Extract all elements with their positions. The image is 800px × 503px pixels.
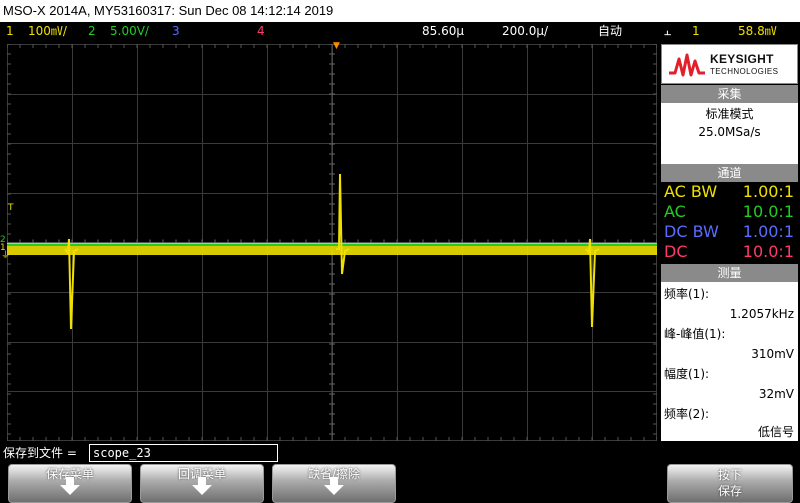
down-arrow-icon (192, 477, 212, 495)
channel-row-3: DC BW 1.00:1 (664, 222, 794, 242)
acquire-header: 采集 (661, 85, 798, 103)
brand-name: KEYSIGHT (710, 52, 774, 66)
ch1-scale[interactable]: 100㎷/ (28, 22, 67, 41)
save-to-file-label: 保存到文件 = (3, 446, 77, 460)
status-bar: 1 100㎷/ 2 5.00V/ 3 4 85.60µ 200.0µ/ 自动 ⫠… (0, 22, 800, 41)
measure-label-amp-1: 幅度(1): (664, 367, 710, 381)
measure-label-pkpk-1: 峰-峰值(1): (664, 327, 726, 341)
brand-subtitle: TECHNOLOGIES (710, 67, 779, 76)
measure-label-freq-1: 频率(1): (664, 287, 710, 301)
down-arrow-icon (324, 477, 344, 495)
measure-value-freq-2: 低信号 (757, 425, 794, 439)
channels-panel[interactable]: AC BW 1.00:1 AC 10.0:1 DC BW 1.00:1 DC 1… (661, 182, 798, 262)
measure-value-freq-1: 1.2057kHz (729, 307, 794, 321)
channel-probe: 10.0:1 (742, 242, 794, 261)
graticule (7, 44, 657, 441)
trigger-edge-icon: ⫠ (664, 24, 672, 38)
ch1-spike (336, 173, 350, 275)
channels-header: 通道 (661, 164, 798, 182)
measure-label-freq-2: 频率(2): (664, 407, 710, 421)
trigger-position-marker[interactable]: ▼ (333, 42, 340, 51)
down-arrow-icon (60, 477, 80, 495)
channel-coupling: DC BW (664, 222, 719, 241)
acquisition-mode[interactable]: 自动 (598, 22, 622, 41)
channel-coupling: DC (664, 242, 688, 261)
timebase-scale[interactable]: 200.0µ/ (502, 22, 548, 41)
keysight-wave-icon (669, 53, 705, 77)
channel-row-1: AC BW 1.00:1 (664, 182, 794, 202)
filename-field[interactable]: scope_23 (89, 444, 278, 462)
measure-header: 测量 (661, 264, 798, 282)
sample-rate: 25.0MSa/s (698, 125, 761, 139)
channel-coupling: AC BW (664, 182, 718, 201)
keysight-logo: KEYSIGHT TECHNOLOGIES (661, 44, 798, 84)
trigger-delay[interactable]: 85.60µ (422, 22, 464, 41)
channel-probe: 1.00:1 (742, 222, 794, 241)
ch3-number[interactable]: 3 (172, 22, 180, 41)
channel-probe: 1.00:1 (742, 182, 794, 201)
title-bar: MSO-X 2014A, MY53160317: Sun Dec 08 14:1… (0, 0, 800, 22)
channel-coupling: AC (664, 202, 686, 221)
measure-panel[interactable]: 频率(1): 1.2057kHz 峰-峰值(1): 310mV 幅度(1): 3… (661, 282, 798, 441)
save-label: 保存 (717, 484, 742, 498)
ground-icon: ⏚ (1, 251, 11, 261)
measure-value-pkpk-1: 310mV (751, 347, 794, 361)
waveform-display[interactable] (7, 44, 657, 441)
measure-value-amp-1: 32mV (758, 387, 794, 401)
channel-row-4: DC 10.0:1 (664, 242, 794, 262)
save-menu-button[interactable]: 保存菜单 (8, 464, 132, 503)
press-label: 按下 (717, 468, 742, 482)
ch4-number[interactable]: 4 (257, 22, 265, 41)
channel-probe: 10.0:1 (742, 202, 794, 221)
press-to-save-button[interactable]: 按下 保存 (667, 464, 793, 503)
acquire-mode: 标准模式 (705, 107, 754, 121)
trigger-source[interactable]: 1 (692, 22, 700, 41)
ch2-number[interactable]: 2 (88, 22, 96, 41)
window-title: MSO-X 2014A, MY53160317: Sun Dec 08 14:1… (3, 3, 334, 18)
trigger-level-marker[interactable]: T (8, 204, 14, 213)
recall-menu-button[interactable]: 回调菜单 (140, 464, 264, 503)
ch2-scale[interactable]: 5.00V/ (110, 22, 149, 41)
default-erase-button[interactable]: 缺省/擦除 (272, 464, 396, 503)
sidebar: KEYSIGHT TECHNOLOGIES 采集 标准模式 25.0MSa/s … (661, 44, 798, 441)
channel-row-2: AC 10.0:1 (664, 202, 794, 222)
trigger-level[interactable]: 58.8㎷ (738, 22, 777, 41)
ch1-number[interactable]: 1 (6, 22, 14, 41)
